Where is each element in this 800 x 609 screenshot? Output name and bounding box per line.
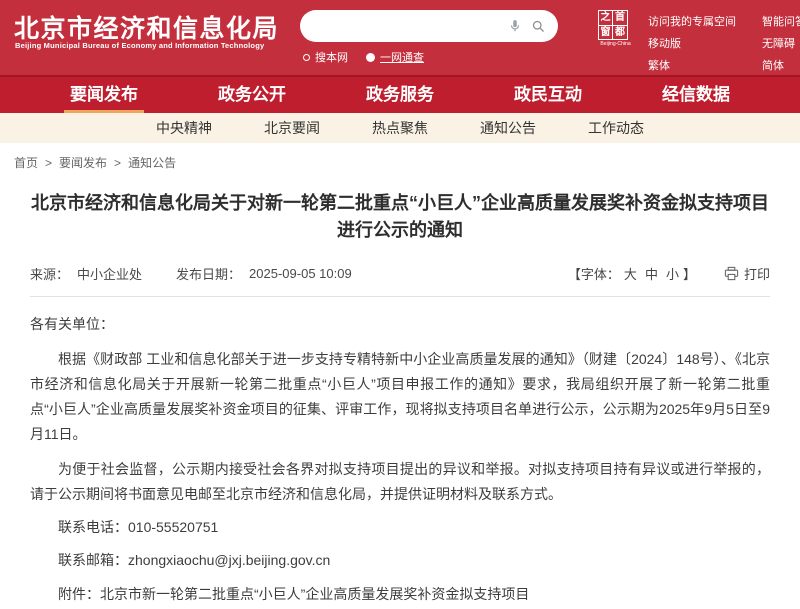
paragraph: 为便于社会监督，公示期内接受社会各界对拟支持项目提出的异议和举报。对拟支持项目持… (30, 457, 770, 507)
font-size-small-button[interactable]: 小 (666, 264, 679, 283)
page-title: 北京市经济和信息化局关于对新一轮第二批重点“小巨人”企业高质量发展奖补资金拟支持… (30, 190, 770, 244)
breadcrumb-separator: > (114, 156, 121, 170)
link-accessibility[interactable]: 无障碍 (762, 35, 800, 51)
breadcrumb-separator: > (45, 156, 52, 170)
site-subtitle: Beijing Municipal Bureau of Economy and … (15, 41, 264, 50)
font-widget-open: 【字体： (568, 264, 620, 283)
site-title: 北京市经济和信息化局 (14, 9, 279, 45)
font-widget-close: 】 (683, 264, 696, 283)
main-nav: 要闻发布 政务公开 政务服务 政民互动 经信数据 (0, 75, 800, 113)
search-icon[interactable] (531, 19, 546, 34)
microphone-icon[interactable] (508, 19, 522, 33)
breadcrumb-home[interactable]: 首页 (14, 154, 38, 171)
link-smart-qa[interactable]: 智能问答 (762, 13, 800, 29)
link-my-space[interactable]: 访问我的专属空间 (648, 13, 736, 29)
nav-item-economy-data[interactable]: 经信数据 (662, 77, 730, 113)
subnav-item-hot-focus[interactable]: 热点聚焦 (372, 118, 428, 138)
header-links: 访问我的专属空间 智能问答 移动版 无障碍 繁体 简体 (648, 13, 800, 73)
link-mobile-version[interactable]: 移动版 (648, 35, 736, 51)
publish-date-value: 2025-09-05 10:09 (249, 266, 352, 281)
breadcrumb: 首页 > 要闻发布 > 通知公告 (0, 143, 800, 180)
article: 北京市经济和信息化局关于对新一轮第二批重点“小巨人”企业高质量发展奖补资金拟支持… (0, 190, 800, 609)
breadcrumb-news[interactable]: 要闻发布 (59, 154, 107, 171)
subnav-item-beijing-news[interactable]: 北京要闻 (264, 118, 320, 138)
scope-option-site[interactable]: 搜本网 (303, 49, 348, 65)
search-scope-options: 搜本网 一网通查 (303, 49, 424, 65)
printer-icon (724, 266, 739, 281)
print-button[interactable]: 打印 (724, 264, 770, 283)
contact-email: 联系邮箱：zhongxiaochu@jxj.beijing.gov.cn (30, 548, 770, 573)
logo-char: 之 (599, 11, 613, 26)
salutation: 各有关单位： (30, 312, 770, 337)
logo-char: 首 (613, 11, 627, 26)
subnav-item-central-spirit[interactable]: 中央精神 (156, 118, 212, 138)
site-header: 北京市经济和信息化局 Beijing Municipal Bureau of E… (0, 0, 800, 75)
link-traditional-chinese[interactable]: 繁体 (648, 57, 736, 73)
logo-seal-icon: 之 首 窗 都 (598, 10, 628, 40)
font-size-large-button[interactable]: 大 (624, 264, 637, 283)
scope-option-label: 搜本网 (315, 49, 348, 65)
search-input[interactable] (312, 19, 499, 34)
contact-phone: 联系电话：010-55520751 (30, 515, 770, 540)
print-label: 打印 (744, 264, 770, 283)
capital-window-logo[interactable]: 之 首 窗 都 Beijing-China (598, 10, 630, 47)
link-simplified-chinese[interactable]: 简体 (762, 57, 800, 73)
logo-char: 窗 (599, 26, 613, 40)
font-size-medium-button[interactable]: 中 (645, 264, 658, 283)
sub-nav: 中央精神 北京要闻 热点聚焦 通知公告 工作动态 (0, 113, 800, 143)
logo-caption: Beijing-China (600, 41, 627, 46)
scope-option-label: 一网通查 (380, 49, 424, 65)
source-label: 来源： (30, 264, 69, 283)
scope-option-citywide[interactable]: 一网通查 (366, 49, 424, 65)
publish-date-label: 发布日期： (176, 264, 241, 283)
logo-char: 都 (613, 26, 627, 40)
nav-item-gov-services[interactable]: 政务服务 (366, 77, 434, 113)
attachment-line: 附件：北京市新一轮第二批重点“小巨人”企业高质量发展奖补资金拟支持项目 (30, 582, 770, 607)
search-box[interactable] (300, 10, 558, 42)
radio-selected-icon (366, 53, 375, 62)
subnav-item-work-updates[interactable]: 工作动态 (588, 118, 644, 138)
nav-item-news[interactable]: 要闻发布 (70, 77, 138, 113)
radio-unselected-icon (303, 54, 310, 61)
article-body: 各有关单位： 根据《财政部 工业和信息化部关于进一步支持专精特新中小企业高质量发… (30, 312, 770, 609)
breadcrumb-notices[interactable]: 通知公告 (128, 154, 176, 171)
source-value: 中小企业处 (77, 264, 142, 283)
article-meta: 来源： 中小企业处 发布日期： 2025-09-05 10:09 【字体： 大 … (30, 258, 770, 297)
nav-item-public-interaction[interactable]: 政民互动 (514, 77, 582, 113)
paragraph: 根据《财政部 工业和信息化部关于进一步支持专精特新中小企业高质量发展的通知》（财… (30, 347, 770, 447)
subnav-item-notices[interactable]: 通知公告 (480, 118, 536, 138)
nav-item-gov-affairs-open[interactable]: 政务公开 (218, 77, 286, 113)
